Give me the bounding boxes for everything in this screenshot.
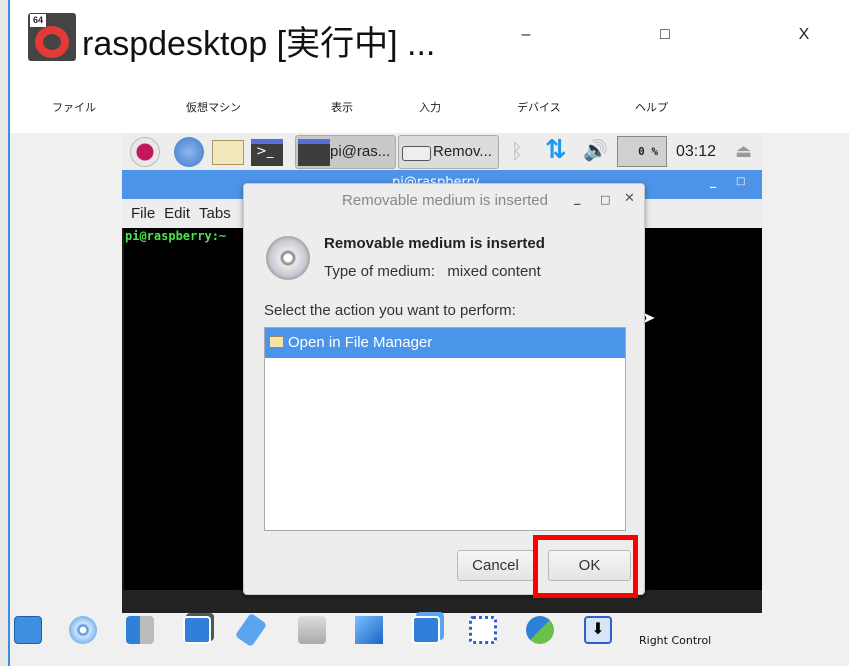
dialog-maximize-icon[interactable]: □ [600,193,610,206]
terminal-menu-tabs[interactable]: Tabs [199,205,231,222]
file-manager-icon[interactable] [212,140,244,165]
terminal-icon[interactable]: >_ [251,139,283,166]
dialog-minimize-icon[interactable]: _ [574,191,581,206]
close-button[interactable]: X [789,26,819,44]
removable-medium-dialog: Removable medium is inserted _ □ ✕ Remov… [243,183,645,595]
terminal-icon [298,139,330,166]
cpu-monitor: 0 % [617,136,667,167]
raspberry-menu-icon[interactable] [130,137,160,167]
audio-icon[interactable] [126,616,154,644]
network-icon[interactable] [183,616,211,644]
menu-machine[interactable]: 仮想マシン [186,99,241,115]
type-label: Type of medium: [324,263,435,280]
eject-icon[interactable]: ⏏ [735,141,752,162]
menu-help[interactable]: ヘルプ [635,99,668,115]
left-edge [0,0,10,666]
task-label: Remov... [433,143,492,160]
dialog-heading: Removable medium is inserted [324,235,545,252]
terminal-minimize-icon[interactable]: _ [710,174,716,188]
terminal-prompt: pi@raspberry:~ [125,229,227,243]
task-label: pi@ras... [330,143,391,160]
type-value: mixed content [447,263,541,280]
host-key-label: Right Control [639,634,712,647]
shared-folder-icon[interactable] [298,616,326,644]
action-label: Open in File Manager [288,334,433,351]
menu-devices[interactable]: デバイス [517,99,561,115]
bluetooth-icon[interactable]: ᛒ [511,139,523,163]
web-browser-icon[interactable] [174,137,204,167]
recording-icon[interactable] [412,616,440,644]
optical-disk-icon[interactable] [69,616,97,644]
menu-file[interactable]: ファイル [52,99,96,115]
dialog-close-icon[interactable]: ✕ [624,191,635,206]
terminal-menu-edit[interactable]: Edit [164,205,190,222]
virtualbox-app-icon: 64 [28,13,76,61]
cancel-button[interactable]: Cancel [457,550,534,581]
network-icon[interactable]: ⇅ [545,135,567,165]
mouse-cursor-icon: ➤ [642,308,656,327]
clock[interactable]: 03:12 [676,143,716,161]
menu-view[interactable]: 表示 [331,99,353,115]
folder-icon [269,336,284,348]
action-list[interactable]: Open in File Manager [264,327,626,531]
dialog-title: Removable medium is inserted [342,192,548,209]
menu-input[interactable]: 入力 [419,99,441,115]
optical-disc-icon [266,236,310,280]
volume-icon[interactable]: 🔊 [583,138,608,162]
window-title: raspdesktop [実行中] ... [82,25,436,63]
hard-disk-icon[interactable] [14,616,42,644]
maximize-button[interactable]: □ [650,26,680,44]
terminal-menu-file[interactable]: File [131,205,155,222]
instruction-text: Select the action you want to perform: [264,302,516,319]
medium-type: Type of medium: mixed content [324,263,541,280]
swirl [35,26,69,58]
badge: 64 [30,14,46,27]
download-icon[interactable]: ⬇ [584,616,612,644]
display-icon[interactable] [355,616,383,644]
cpu-icon[interactable] [469,616,497,644]
drive-icon [402,146,431,161]
highlight-annotation [533,535,638,598]
terminal-maximize-icon[interactable]: □ [736,176,745,187]
action-open-file-manager[interactable]: Open in File Manager [265,328,625,358]
mouse-integration-icon[interactable] [526,616,554,644]
minimize-button[interactable]: – [511,26,541,44]
